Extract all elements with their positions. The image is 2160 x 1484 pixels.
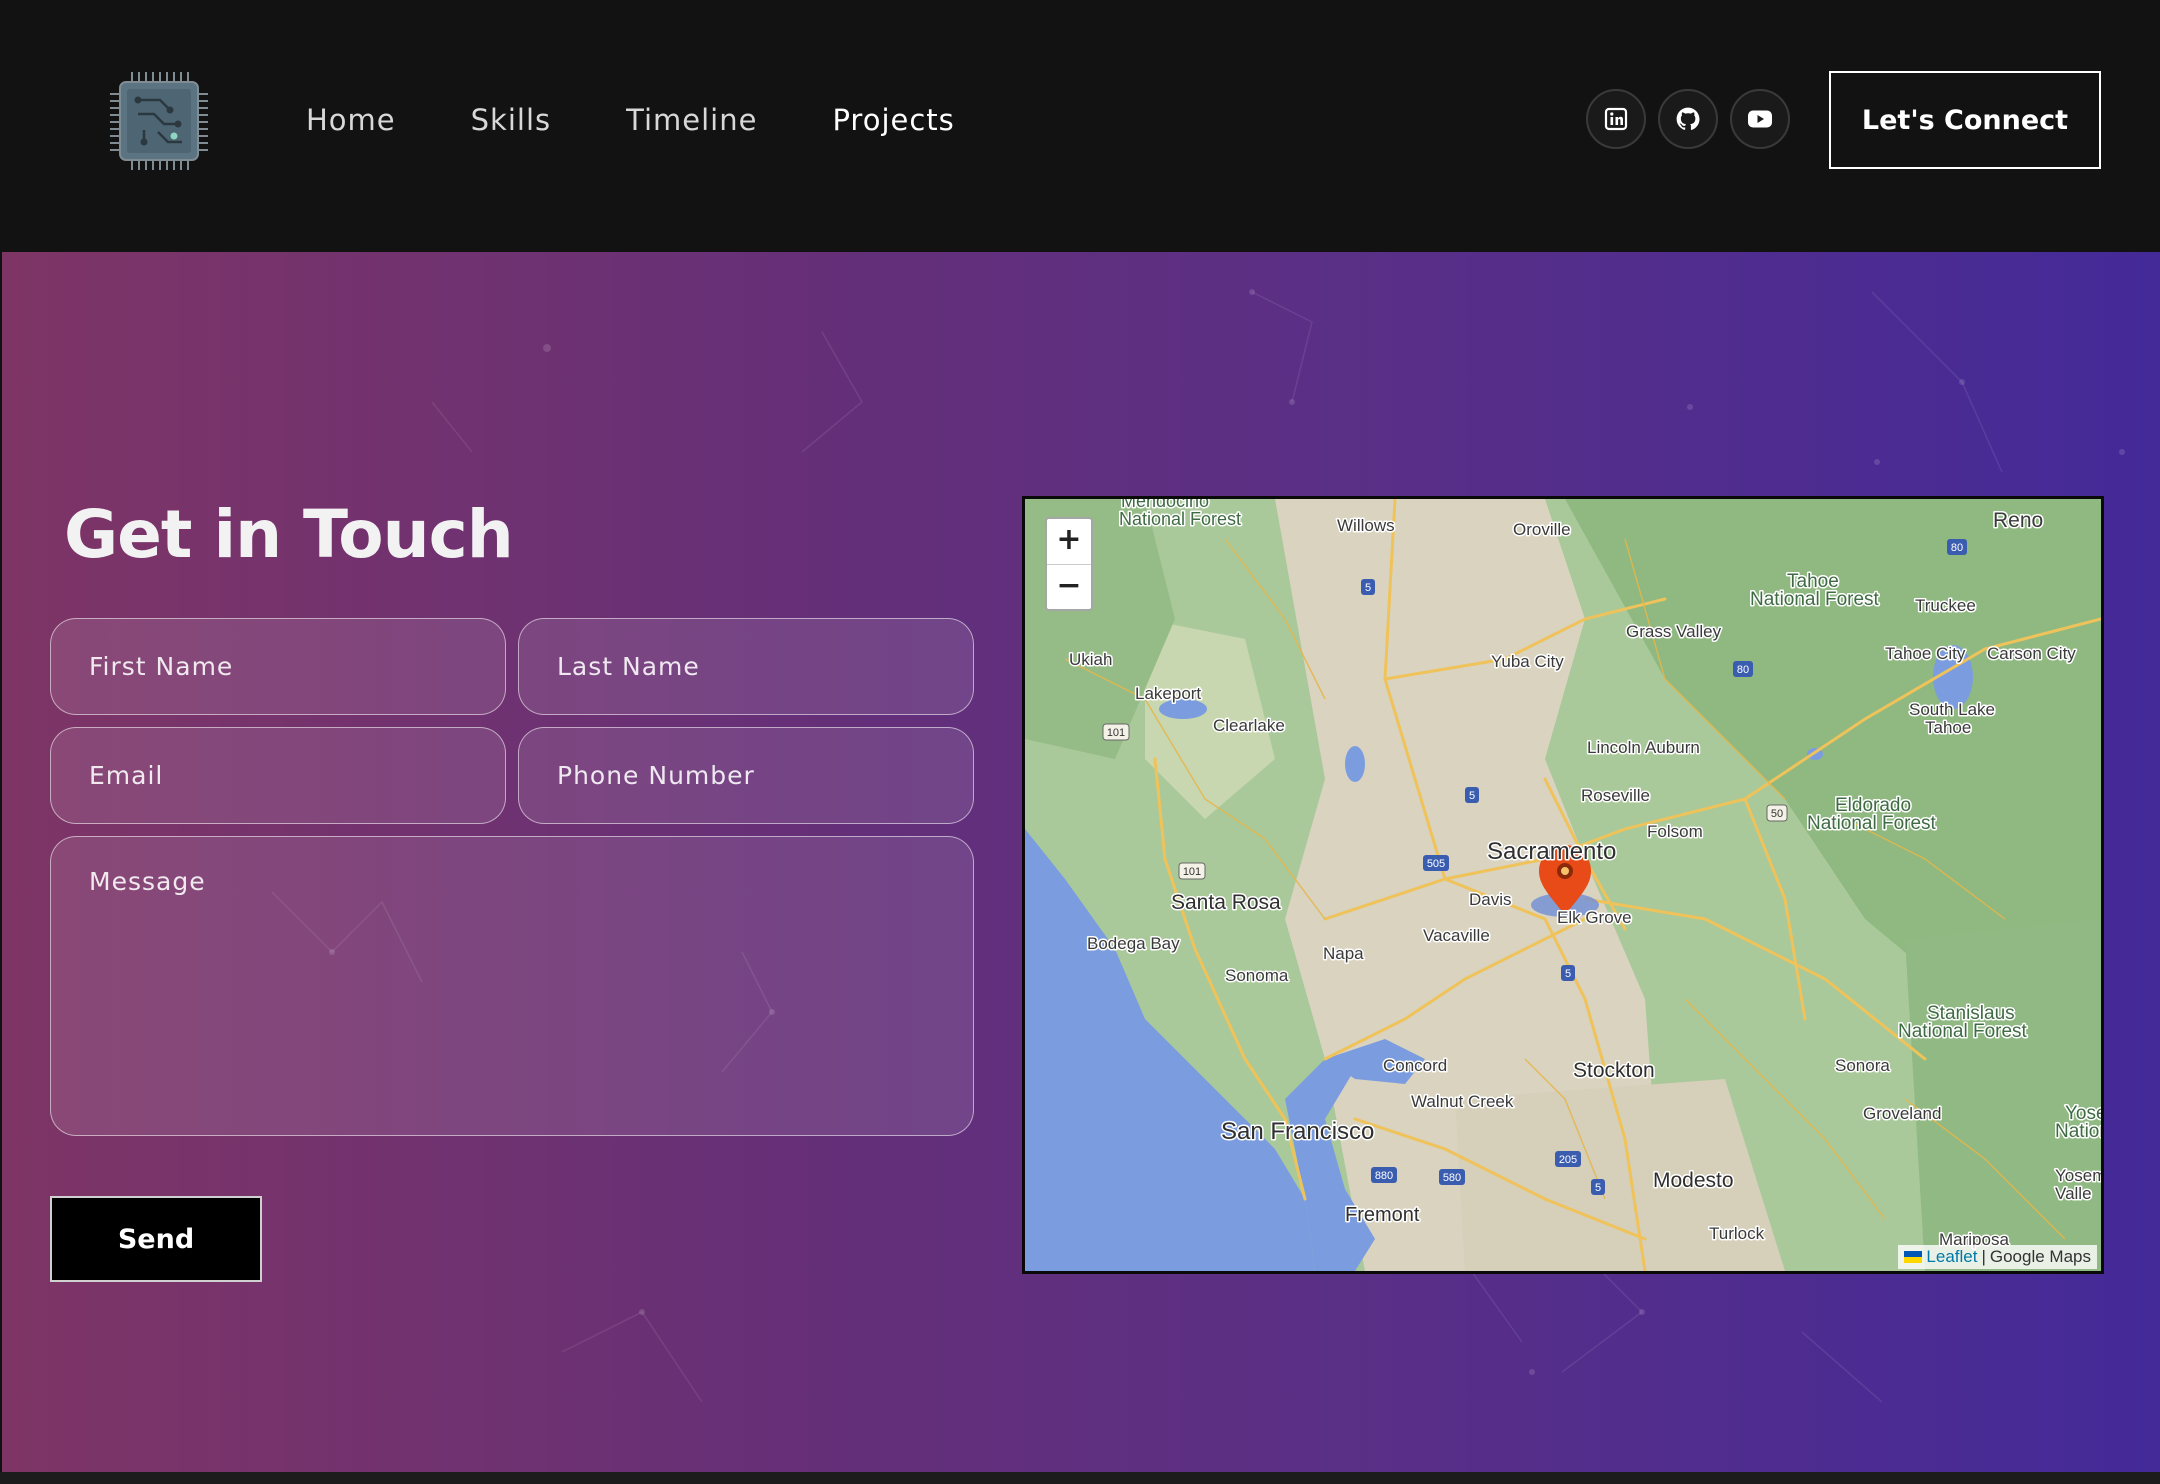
message-textarea[interactable] bbox=[50, 836, 974, 1136]
map-label: South Lake bbox=[1909, 700, 1995, 719]
map-label: Roseville bbox=[1581, 786, 1650, 805]
map-label: Groveland bbox=[1863, 1104, 1941, 1123]
phone-input[interactable] bbox=[518, 727, 974, 824]
nav-projects[interactable]: Projects bbox=[832, 96, 954, 144]
map-label: Sonora bbox=[1835, 1056, 1890, 1075]
linkedin-icon bbox=[1604, 107, 1628, 131]
map-label: San Francisco bbox=[1221, 1118, 1374, 1145]
hw-label: 5 bbox=[1565, 968, 1571, 980]
zoom-control: + − bbox=[1045, 517, 1093, 611]
map-label: Yuba City bbox=[1491, 652, 1564, 671]
contact-title: Get in Touch bbox=[64, 496, 514, 573]
hw-label: 580 bbox=[1443, 1172, 1461, 1184]
hw-label: 50 bbox=[1771, 808, 1783, 820]
attribution-text: Google Maps bbox=[1989, 1247, 2091, 1266]
map-label: Yosem bbox=[2055, 1166, 2101, 1185]
map-label: Elk Grove bbox=[1557, 908, 1632, 927]
map-label: Truckee bbox=[1915, 596, 1976, 615]
map-label: Carson City bbox=[1987, 644, 2076, 663]
hw-label: 205 bbox=[1559, 1154, 1577, 1166]
map-label: Davis bbox=[1469, 890, 1512, 909]
map-label: National Forest bbox=[1750, 589, 1880, 610]
last-name-input[interactable] bbox=[518, 618, 974, 715]
map-label: Walnut Creek bbox=[1411, 1092, 1514, 1111]
main-nav: Home Skills Timeline Projects bbox=[306, 96, 1030, 144]
zoom-in-button[interactable]: + bbox=[1047, 519, 1091, 565]
email-input[interactable] bbox=[50, 727, 506, 824]
map-label: Folsom bbox=[1647, 822, 1703, 841]
hw-label: 5 bbox=[1365, 582, 1371, 594]
map-label: Valle bbox=[2055, 1184, 2092, 1203]
map-label: Concord bbox=[1383, 1056, 1447, 1075]
nav-timeline[interactable]: Timeline bbox=[626, 96, 757, 144]
map-label: Reno bbox=[1993, 509, 2043, 532]
hw-label: 80 bbox=[1951, 542, 1963, 554]
zoom-out-button[interactable]: − bbox=[1047, 565, 1091, 609]
map-label: Tahoe bbox=[1925, 718, 1971, 737]
first-name-input[interactable] bbox=[50, 618, 506, 715]
map-label: Fremont bbox=[1345, 1204, 1420, 1226]
map-label: National Forest bbox=[1119, 509, 1241, 529]
map-label: Clearlake bbox=[1213, 716, 1285, 735]
send-button[interactable]: Send bbox=[50, 1196, 262, 1282]
hw-label: 880 bbox=[1375, 1170, 1393, 1182]
map-label: Napa bbox=[1323, 944, 1364, 963]
hw-label: 80 bbox=[1737, 664, 1749, 676]
ukraine-flag-icon bbox=[1904, 1251, 1923, 1263]
leaflet-link[interactable]: Leaflet bbox=[1926, 1247, 1977, 1267]
hw-label: 5 bbox=[1595, 1182, 1601, 1194]
map-label: Willows bbox=[1337, 516, 1395, 535]
location-map[interactable]: 5 80 80 101 101 505 5 50 5 880 580 205 5… bbox=[1022, 496, 2104, 1274]
map-label: Ukiah bbox=[1069, 650, 1112, 669]
map-label: Stockton bbox=[1573, 1059, 1655, 1082]
site-header: Home Skills Timeline Projects Let's Conn… bbox=[0, 0, 2160, 252]
github-button[interactable] bbox=[1658, 89, 1718, 149]
attribution-separator: | bbox=[1981, 1247, 1986, 1266]
youtube-icon bbox=[1748, 110, 1772, 128]
linkedin-button[interactable] bbox=[1586, 89, 1646, 149]
lets-connect-button[interactable]: Let's Connect bbox=[1829, 71, 2101, 169]
map-label: Vacaville bbox=[1423, 926, 1490, 945]
map-label: Lakeport bbox=[1135, 684, 1201, 703]
map-label: Modesto bbox=[1653, 1169, 1734, 1192]
nav-skills[interactable]: Skills bbox=[471, 96, 551, 144]
map-label: National Forest bbox=[1898, 1021, 2028, 1042]
map-label: Sonoma bbox=[1225, 966, 1289, 985]
hw-label: 101 bbox=[1107, 727, 1125, 739]
map-label: Grass Valley bbox=[1626, 622, 1722, 641]
cpu-chip-logo-icon[interactable] bbox=[108, 70, 210, 172]
map-label: Bodega Bay bbox=[1087, 934, 1180, 953]
hw-label: 505 bbox=[1427, 858, 1445, 870]
youtube-button[interactable] bbox=[1730, 89, 1790, 149]
bottom-bar bbox=[0, 1472, 2160, 1484]
map-attribution: Leaflet | Google Maps bbox=[1898, 1245, 2097, 1269]
map-label: Oroville bbox=[1513, 520, 1571, 539]
github-icon bbox=[1676, 107, 1700, 130]
map-label: Tahoe City bbox=[1885, 644, 1966, 663]
map-label: Santa Rosa bbox=[1171, 891, 1281, 914]
hw-label: 101 bbox=[1183, 866, 1201, 878]
map-label: Lincoln bbox=[1587, 738, 1641, 757]
hw-label: 5 bbox=[1469, 790, 1475, 802]
map-label: National Forest bbox=[1807, 813, 1937, 834]
map-label: Turlock bbox=[1709, 1224, 1765, 1243]
contact-section: Get in Touch Send bbox=[2, 252, 2160, 1472]
map-tiles: 5 80 80 101 101 505 5 50 5 880 580 205 5… bbox=[1025, 499, 2101, 1271]
map-label: Auburn bbox=[1645, 738, 1700, 757]
map-label: Nation bbox=[2055, 1121, 2101, 1142]
map-label: Sacramento bbox=[1487, 838, 1616, 865]
nav-home[interactable]: Home bbox=[306, 96, 396, 144]
